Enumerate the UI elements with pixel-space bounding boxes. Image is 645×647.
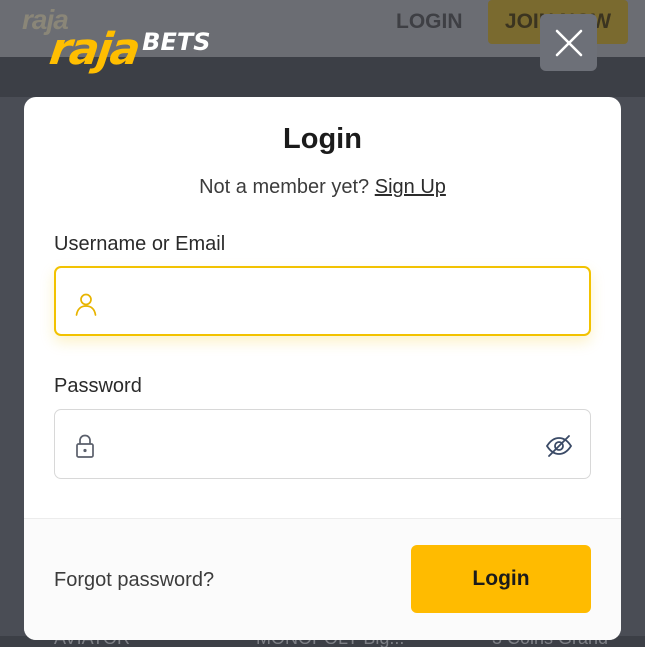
logo-primary-text: raja <box>46 24 142 75</box>
password-field[interactable] <box>54 409 591 479</box>
password-input[interactable] <box>115 410 535 478</box>
forgot-password-link[interactable]: Forgot password? <box>54 569 214 592</box>
signup-link[interactable]: Sign Up <box>375 176 446 198</box>
user-icon <box>75 293 97 316</box>
lock-icon <box>76 434 94 458</box>
signup-prompt: Not a member yet? Sign Up <box>24 176 621 199</box>
login-modal: Login Not a member yet? Sign Up Username… <box>24 97 621 640</box>
username-label: Username or Email <box>54 233 226 255</box>
signup-prompt-text: Not a member yet? <box>199 176 370 198</box>
close-icon <box>555 29 582 56</box>
modal-footer: Forgot password? Login <box>24 519 621 640</box>
login-button[interactable]: Login <box>411 545 591 613</box>
close-button[interactable] <box>540 14 597 71</box>
brand-logo: raja BETS <box>46 12 211 75</box>
username-field[interactable] <box>54 266 591 336</box>
logo-secondary-text: BETS <box>142 28 211 56</box>
username-input[interactable] <box>116 268 536 334</box>
password-label: Password <box>54 375 142 397</box>
background-login-link: LOGIN <box>396 10 463 33</box>
eye-off-icon[interactable] <box>544 432 574 460</box>
modal-title: Login <box>283 123 362 155</box>
